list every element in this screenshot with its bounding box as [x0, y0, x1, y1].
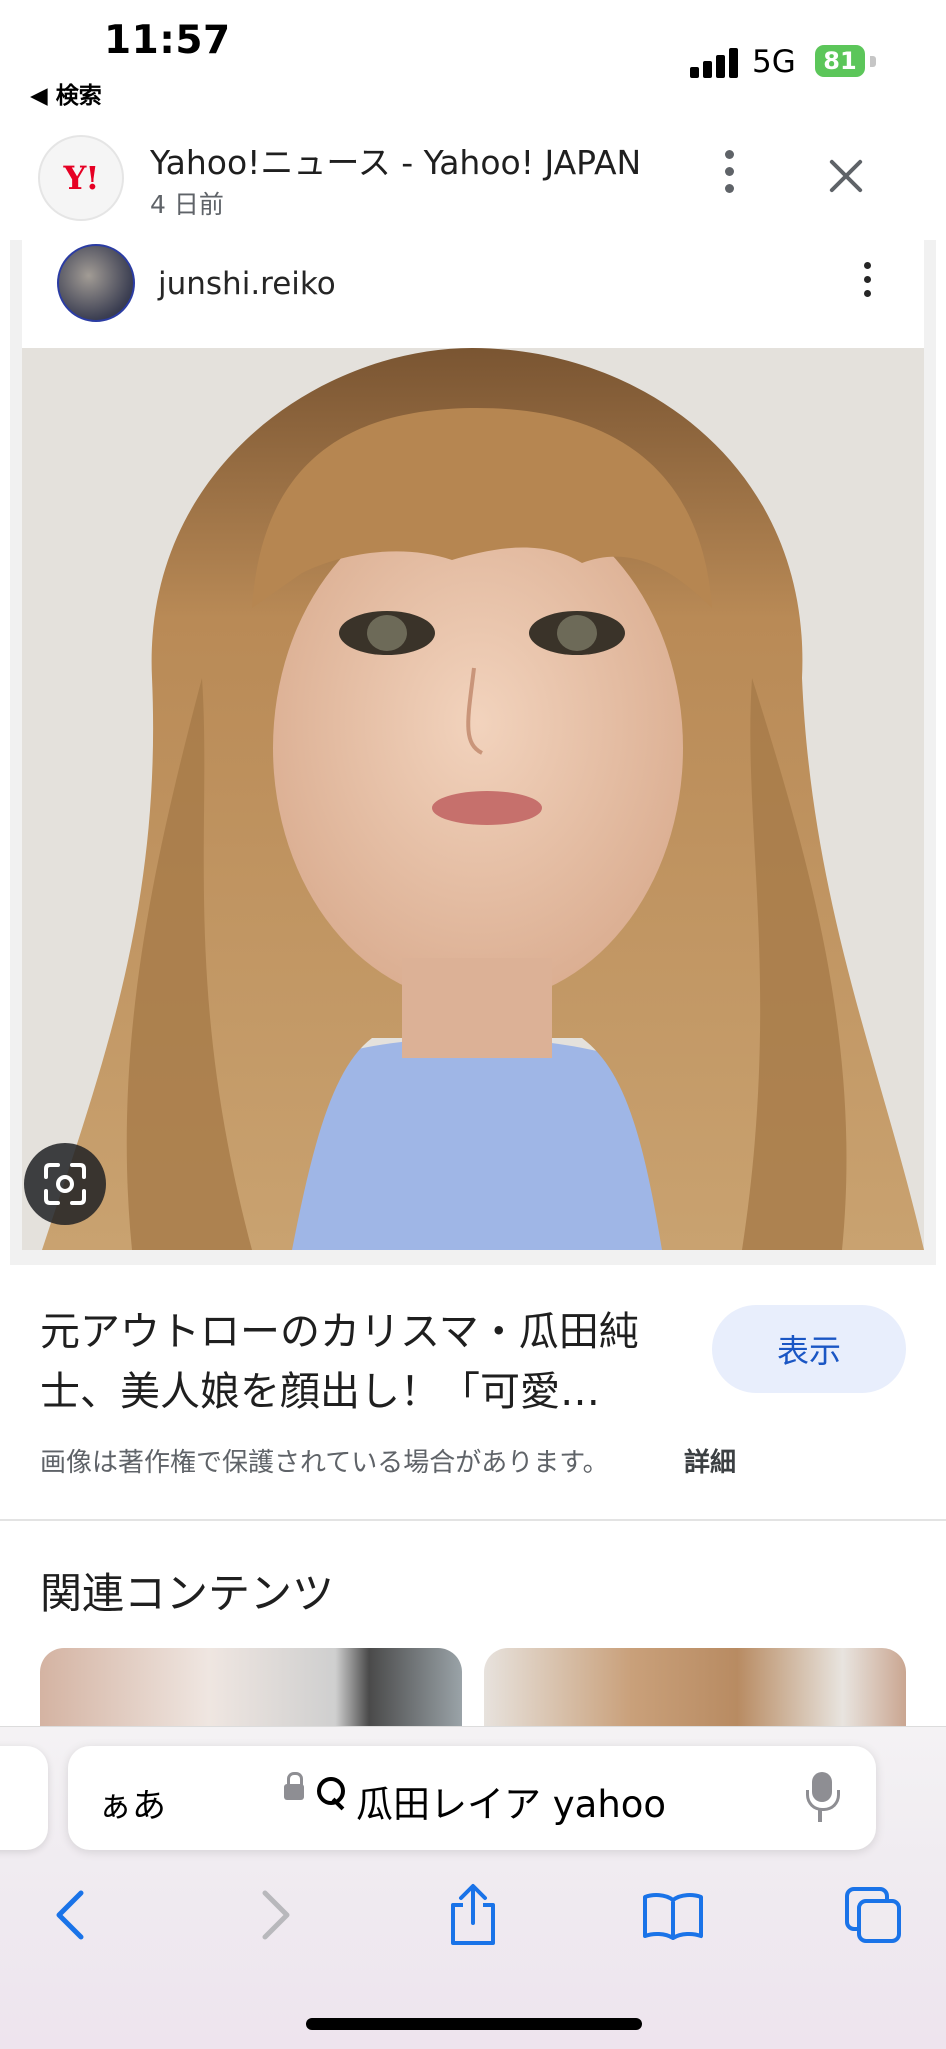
related-thumbnail[interactable] — [40, 1648, 462, 1728]
portrait-illustration — [22, 348, 924, 1250]
close-icon[interactable] — [826, 156, 866, 196]
tabs-icon[interactable] — [838, 1880, 908, 1950]
share-icon[interactable] — [438, 1880, 508, 1950]
cellular-signal-icon — [690, 48, 740, 78]
related-thumbnail[interactable] — [484, 1648, 906, 1728]
details-link[interactable]: 詳細 — [684, 1442, 736, 1479]
yahoo-logo: Y! — [38, 135, 124, 221]
lock-icon-body — [284, 1784, 304, 1800]
address-text[interactable]: 瓜田レイア yahoo — [356, 1774, 666, 1828]
yahoo-logo-text: Y! — [63, 159, 100, 197]
home-indicator — [306, 2018, 642, 2030]
source-title[interactable]: Yahoo!ニュース - Yahoo! JAPAN — [150, 136, 641, 184]
microphone-icon-base — [818, 1810, 822, 1822]
result-title[interactable]: 元アウトローのカリスマ・瓜田純士、美人娘を顔出し！「可愛… — [40, 1302, 690, 1422]
forward-arrow-icon[interactable] — [240, 1880, 310, 1950]
google-lens-icon[interactable] — [24, 1143, 106, 1225]
post-username: junshi.reiko — [158, 266, 336, 302]
post-options-icon — [857, 262, 877, 306]
bookmarks-icon[interactable] — [638, 1880, 708, 1950]
lens-glyph — [44, 1163, 86, 1205]
main-photo[interactable] — [22, 348, 924, 1250]
network-type: 5G — [752, 44, 796, 80]
avatar — [57, 244, 135, 322]
battery-indicator: 81 — [815, 45, 865, 77]
battery-level: 81 — [823, 47, 857, 75]
source-date: 4 日前 — [150, 190, 224, 219]
back-to-search-link[interactable]: ◀ 検索 — [30, 76, 102, 110]
copyright-notice: 画像は著作権で保護されている場合があります。 — [40, 1448, 609, 1478]
section-divider — [0, 1519, 946, 1521]
more-options-icon[interactable] — [714, 150, 744, 206]
view-button[interactable]: 表示 — [712, 1305, 906, 1393]
back-arrow-icon[interactable] — [36, 1880, 106, 1950]
page-settings-button[interactable]: ぁあ — [98, 1778, 166, 1827]
battery-tip — [870, 56, 876, 67]
previous-tab-preview[interactable] — [0, 1746, 48, 1850]
status-time: 11:57 — [104, 18, 231, 63]
related-content-heading: 関連コンテンツ — [40, 1569, 335, 1618]
